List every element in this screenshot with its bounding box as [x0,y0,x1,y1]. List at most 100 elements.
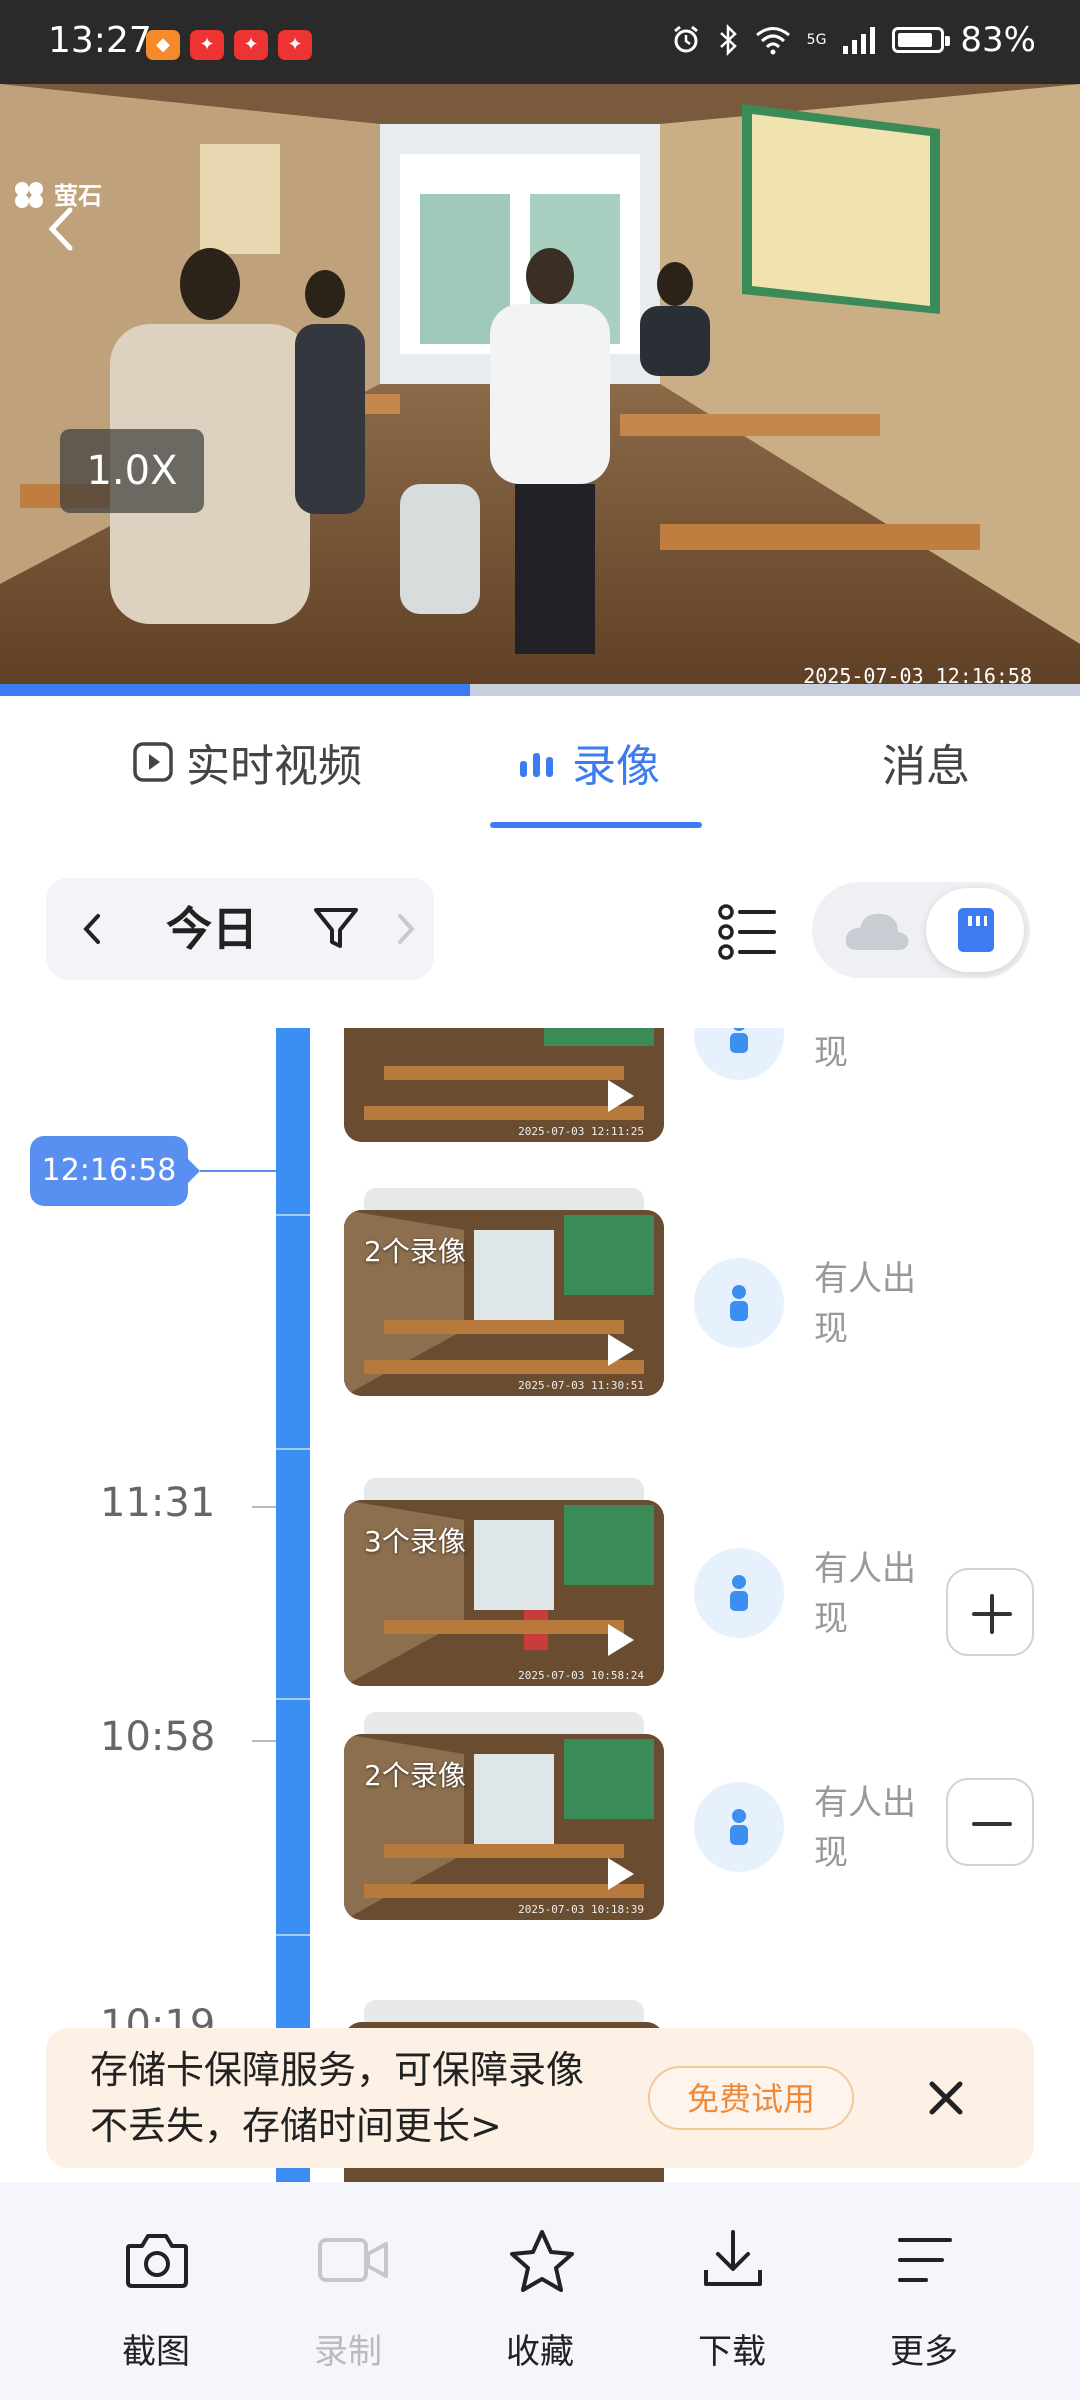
recording-timeline[interactable]: 12:16:58 11:31 10:58 10:19 2025-07-03 12… [0,1028,1080,2188]
time-tick [252,1740,276,1742]
alarm-icon [673,25,698,53]
event-label: 现 [814,1033,848,1073]
bluetooth-icon [719,24,737,56]
network-type: 5G [806,32,827,48]
person-detected-icon [694,1028,784,1080]
sd-card-icon [958,908,994,952]
favorite-label: 收藏 [506,2332,574,2372]
tab-live-video[interactable]: 实时视频 [132,696,362,828]
person-detected-icon [694,1782,784,1872]
notification-icons: ◆ ✦ ✦ ✦ [146,30,312,60]
menu-lines-icon [898,2238,952,2282]
close-icon[interactable] [922,2074,970,2122]
clip-stack [364,1478,644,1502]
signal-icon [843,27,876,54]
date-label[interactable]: 今日 [166,878,258,980]
banner-text[interactable]: 存储卡保障服务，可保障录像不丢失，存储时间更长> [90,2042,610,2154]
list-view-icon[interactable] [716,900,780,964]
cloud-icon[interactable] [842,908,912,954]
tab-recordings-label: 录像 [572,741,660,792]
screenshot-button[interactable]: 截图 [86,2206,226,2376]
person-detected-icon [694,1258,784,1348]
clip-thumbnail: 2025-07-03 12:11:25 [344,1028,664,1142]
event-label: 有人出现 [814,1259,916,1349]
timeline-bar[interactable] [276,1028,310,2188]
free-trial-button[interactable]: 免费试用 [648,2066,854,2130]
clip-thumbnail: 2个录像 2025-07-03 10:18:39 [344,1734,664,1920]
plus-icon [972,1594,1012,1634]
clip-count-badge: 2个录像 [364,1759,466,1792]
play-icon [608,1624,634,1656]
play-icon [608,1080,634,1112]
timeline-zoom-out-button[interactable] [946,1778,1034,1866]
tab-bar: 实时视频 录像 消息 [0,696,1080,828]
chevron-right-icon[interactable] [382,906,428,952]
clip-thumbnail: 3个录像 2025-07-03 10:58:24 [344,1500,664,1686]
download-label: 下载 [698,2332,766,2372]
clip-stack [364,1188,644,1212]
clip-thumbnail: 2个录像 2025-07-03 11:30:51 [344,1210,664,1396]
minus-icon [972,1822,1012,1826]
playback-progress-bar[interactable] [0,684,1080,696]
timeline-zoom-in-button[interactable] [946,1568,1034,1656]
event-label: 有人出现 [814,1783,916,1873]
record-button[interactable]: 录制 [278,2206,418,2376]
timeline-segment-divider [276,1448,310,1450]
recording-clip[interactable]: 3个录像 2025-07-03 10:58:24 [344,1478,664,1686]
timeline-segment-divider [276,1698,310,1700]
bars-icon [520,753,553,777]
play-icon [608,1858,634,1890]
date-selector: 今日 [46,878,434,980]
screenshot-label: 截图 [122,2332,190,2372]
filter-row: 今日 [0,828,1080,1028]
more-label: 更多 [890,2332,958,2372]
record-label: 录制 [314,2332,382,2372]
storage-source-toggle[interactable] [812,882,1030,978]
event-label: 有人出现 [814,1549,916,1639]
app-notification-icon: ◆ [146,30,180,60]
tab-messages[interactable]: 消息 [882,696,970,828]
person-detected-icon [694,1548,784,1638]
sd-card-option[interactable] [926,888,1024,972]
sd-card-service-banner[interactable]: 存储卡保障服务，可保障录像不丢失，存储时间更长> 免费试用 [46,2028,1034,2168]
zoom-level-badge[interactable]: 1.0X [60,429,204,513]
bottom-toolbar: 截图 录制 收藏 下载 更多 [0,2182,1080,2400]
battery-percent: 83% [960,20,1036,60]
video-camera-icon [318,2238,388,2282]
battery-icon [892,27,951,53]
favorite-button[interactable]: 收藏 [470,2206,610,2376]
recording-clip[interactable]: 2个录像 2025-07-03 11:30:51 [344,1188,664,1396]
status-bar: 13:27 ◆ ✦ ✦ ✦ 5G 83% [0,0,1080,84]
app-notification-icon: ✦ [190,30,224,60]
clip-count-badge: 2个录像 [364,1235,466,1268]
app-notification-icon: ✦ [278,30,312,60]
clip-timestamp: 2025-07-03 12:11:25 [518,1125,644,1138]
clip-stack [364,2000,644,2024]
time-label: 11:31 [100,1480,216,1526]
tab-messages-label: 消息 [882,741,970,792]
camera-icon [126,2234,188,2288]
current-time-line [200,1170,276,1172]
tab-live-video-label: 实时视频 [186,741,362,792]
recording-clip[interactable]: 2025-07-03 12:11:25 [344,1028,664,1142]
clip-timestamp: 2025-07-03 10:18:39 [518,1903,644,1916]
download-button[interactable]: 下载 [662,2206,802,2376]
timeline-segment-divider [276,1214,310,1216]
star-icon [510,2230,574,2292]
back-icon[interactable] [38,204,88,254]
tab-recordings[interactable]: 录像 [516,696,660,828]
play-icon [608,1334,634,1366]
filter-icon[interactable] [308,900,364,956]
current-time-marker[interactable]: 12:16:58 [30,1136,200,1206]
playback-progress-fill [0,684,470,696]
recording-clip[interactable]: 2个录像 2025-07-03 10:18:39 [344,1712,664,1920]
clip-count-badge: 3个录像 [364,1525,466,1558]
more-button[interactable]: 更多 [854,2206,994,2376]
video-player[interactable]: 萤石 1.0X [0,84,1080,696]
clip-timestamp: 2025-07-03 11:30:51 [518,1379,644,1392]
chevron-left-icon[interactable] [70,906,116,952]
clip-stack [364,1712,644,1736]
status-time: 13:27 [48,20,152,61]
download-icon [704,2230,762,2286]
app-notification-icon: ✦ [234,30,268,60]
